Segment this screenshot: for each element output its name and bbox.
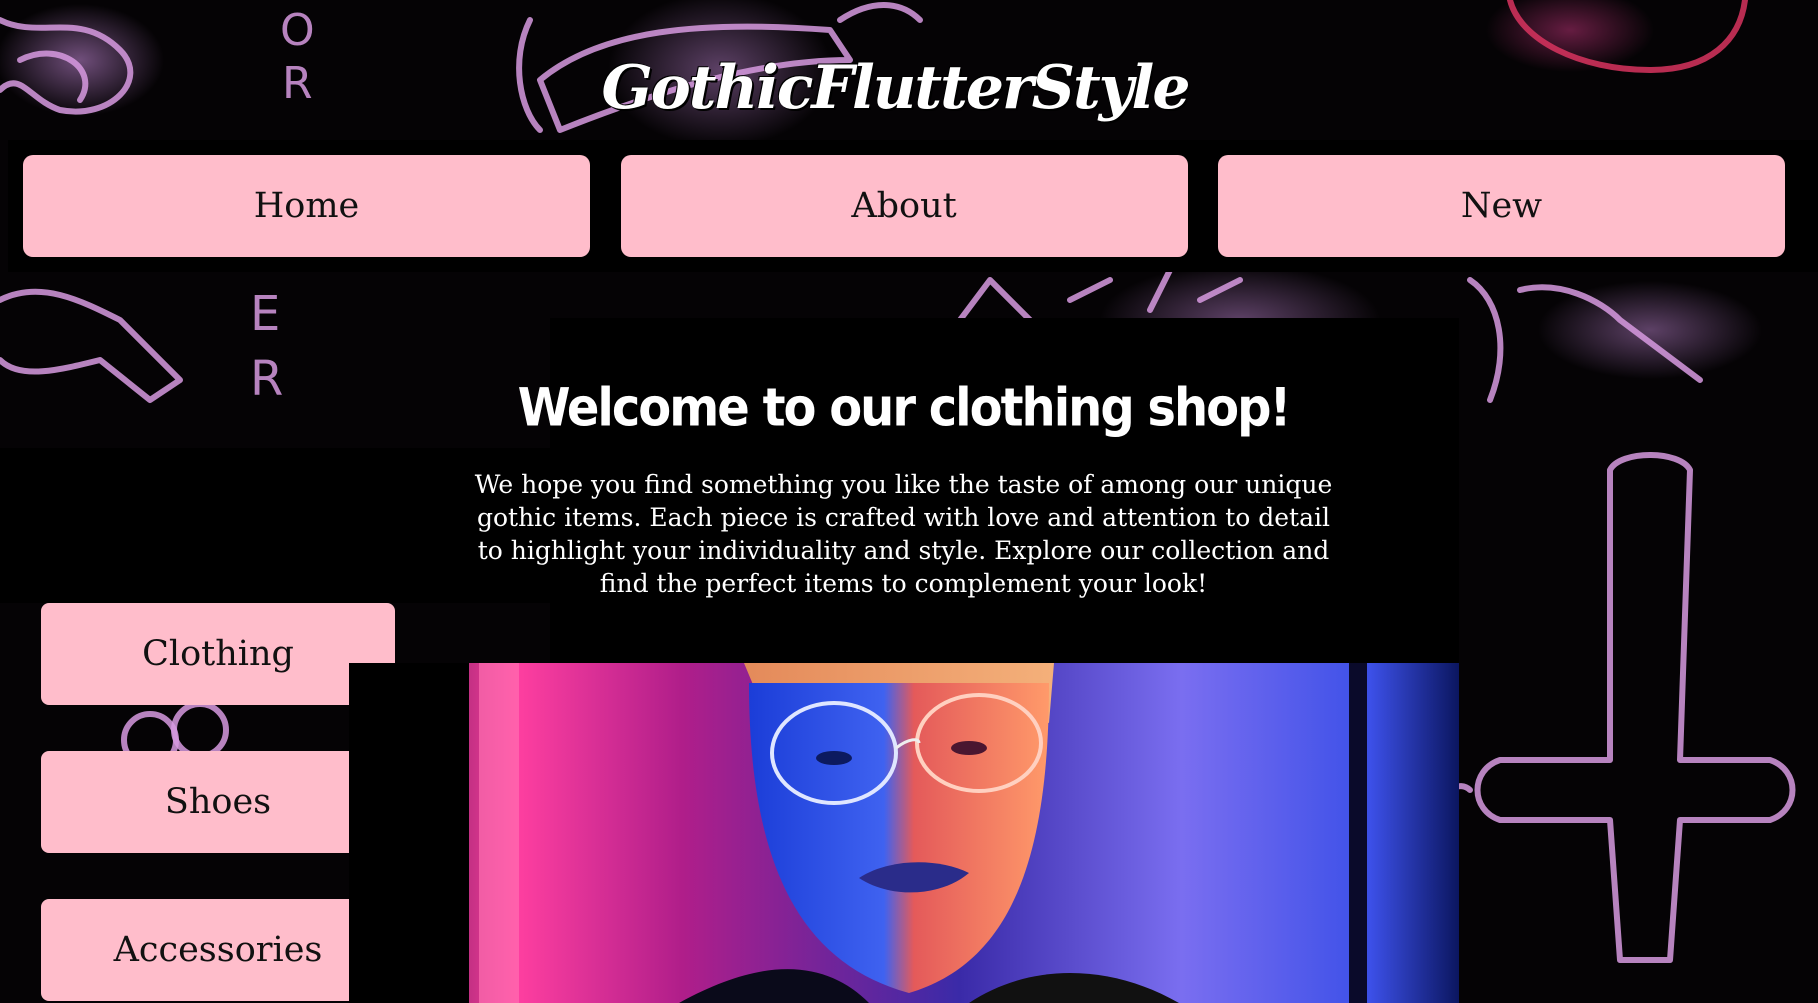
doodle-letter-o: O [280,5,315,56]
site-logo[interactable]: GothicFlutterStyle [0,58,1818,118]
welcome-title: Welcome to our clothing shop! [517,377,1292,439]
nav-new-button[interactable]: New [1218,155,1785,257]
welcome-intro-text: We hope you find something you like the … [474,470,1333,598]
category-shoes-button[interactable]: Shoes [41,751,395,853]
doodle-letter-e: E [250,286,280,342]
hero-image [349,663,1459,1003]
welcome-section-left-band [0,448,550,603]
nav-about-button[interactable]: About [620,155,1188,257]
category-accessories-button[interactable]: Accessories [41,899,395,1001]
category-nav: Clothing Shoes Accessories [41,603,395,1003]
page: O R E R GothicFlutterStyle Home About Ne… [0,0,1818,1003]
hero-portrait-illustration [349,663,1459,1003]
doodle-letter-r2: R [250,351,283,407]
category-clothing-button[interactable]: Clothing [41,603,395,705]
top-nav: Home About New [23,155,1785,257]
nav-home-button[interactable]: Home [23,155,590,257]
